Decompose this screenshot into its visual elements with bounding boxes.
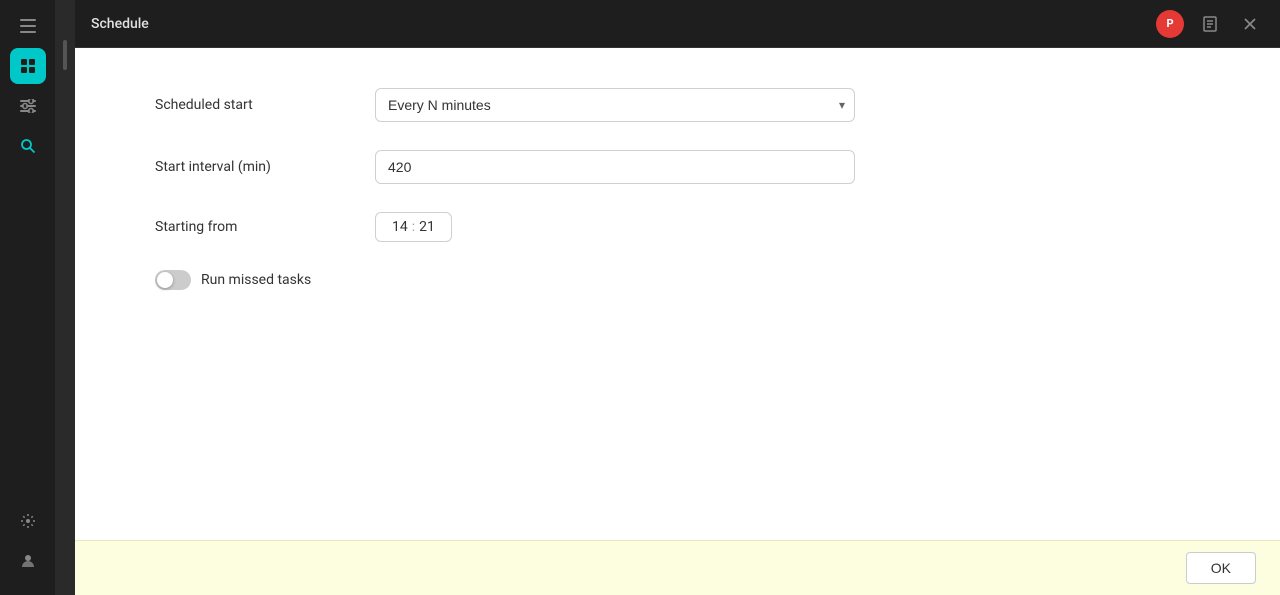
start-interval-input[interactable] xyxy=(375,150,855,184)
dialog-body: Scheduled start Every N minutes Every N … xyxy=(75,48,1280,540)
sidebar-settings-icon[interactable] xyxy=(10,503,46,539)
sidebar2-indicator xyxy=(63,40,67,70)
time-minute: 21 xyxy=(419,219,435,235)
starting-from-row: Starting from 14 : 21 xyxy=(155,212,1200,242)
titlebar-actions: P xyxy=(1156,10,1264,38)
scheduled-start-label: Scheduled start xyxy=(155,97,355,113)
book-icon-button[interactable] xyxy=(1196,10,1224,38)
logo-icon[interactable] xyxy=(10,48,46,84)
time-display[interactable]: 14 : 21 xyxy=(375,212,452,242)
dialog-area: Scheduled start Every N minutes Every N … xyxy=(75,48,1280,595)
run-missed-tasks-row: Run missed tasks xyxy=(155,270,1200,290)
dialog-footer: OK xyxy=(75,540,1280,595)
menu-icon[interactable] xyxy=(10,8,46,44)
dialog-title: Schedule xyxy=(91,16,1144,32)
sliders-icon[interactable] xyxy=(10,88,46,124)
secondary-sidebar xyxy=(55,0,75,595)
run-missed-tasks-toggle[interactable] xyxy=(155,270,191,290)
scheduled-start-wrapper: Every N minutes Every N hours Daily Week… xyxy=(375,88,855,122)
main-area: Schedule P xyxy=(75,0,1280,595)
time-display-wrapper: 14 : 21 xyxy=(375,212,452,242)
sidebar xyxy=(0,0,55,595)
user-avatar-button[interactable]: P xyxy=(1156,10,1184,38)
time-hour: 14 xyxy=(392,219,408,235)
ok-button[interactable]: OK xyxy=(1186,552,1256,584)
starting-from-label: Starting from xyxy=(155,219,355,235)
time-separator: : xyxy=(412,219,415,235)
sidebar-user-icon[interactable] xyxy=(10,543,46,579)
start-interval-row: Start interval (min) xyxy=(155,150,1200,184)
scheduled-start-row: Scheduled start Every N minutes Every N … xyxy=(155,88,1200,122)
scheduled-start-select[interactable]: Every N minutes Every N hours Daily Week… xyxy=(375,88,855,122)
toggle-knob xyxy=(157,272,173,288)
start-interval-label: Start interval (min) xyxy=(155,159,355,175)
titlebar: Schedule P xyxy=(75,0,1280,48)
search-icon[interactable] xyxy=(10,128,46,164)
run-missed-tasks-label: Run missed tasks xyxy=(201,272,311,288)
close-button[interactable] xyxy=(1236,10,1264,38)
